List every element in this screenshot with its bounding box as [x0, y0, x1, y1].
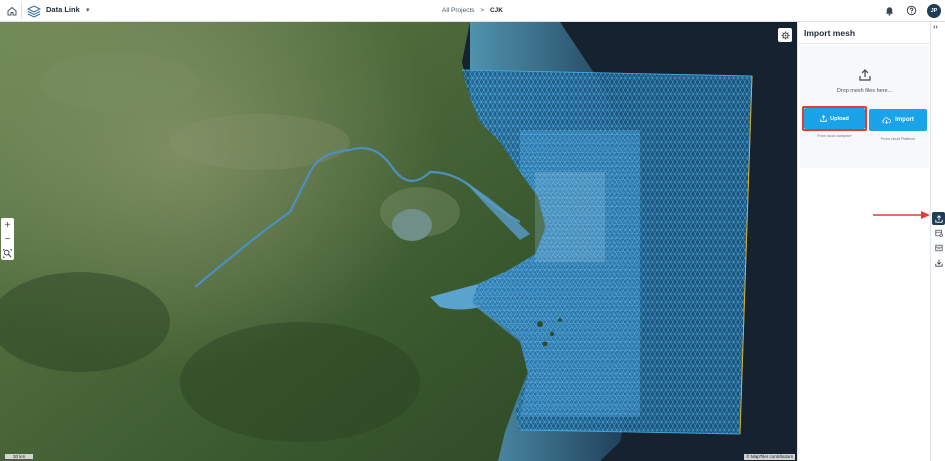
import-button[interactable]: Import: [869, 109, 927, 131]
avatar[interactable]: JP: [927, 4, 941, 18]
import-mesh-panel: Import mesh Drop mesh files here... Uplo…: [797, 22, 931, 461]
panel-divider: [798, 43, 931, 44]
rail-mesh-properties-button[interactable]: [932, 241, 945, 254]
breadcrumb: All Projects > CJK: [0, 7, 945, 14]
annotation-arrow-icon: [873, 211, 930, 219]
upload-subtitle: From local computer: [817, 134, 852, 138]
zoom-extent-button[interactable]: [1, 246, 14, 260]
cloud-download-icon: [882, 116, 892, 124]
double-chevron-right-icon[interactable]: ››: [933, 24, 938, 31]
bell-icon[interactable]: [884, 5, 895, 16]
tool-rail: ››: [930, 22, 945, 461]
panel-title: Import mesh: [804, 28, 856, 38]
import-subtitle: From cloud Platform: [880, 137, 916, 141]
mesh-drop-zone[interactable]: Drop mesh files here... Upload Import Fr…: [800, 46, 929, 168]
rail-import-mesh-button[interactable]: [932, 212, 945, 225]
gear-icon: [780, 30, 790, 40]
satellite-map[interactable]: [0, 22, 797, 461]
upload-icon: [859, 69, 871, 81]
breadcrumb-all-projects[interactable]: All Projects: [442, 7, 475, 14]
breadcrumb-separator: >: [480, 7, 485, 14]
map-canvas[interactable]: + − 30 km © MapTiler contributors: [0, 22, 797, 461]
map-scale-bar: 30 km: [4, 454, 35, 460]
breadcrumb-current-project: CJK: [489, 7, 503, 14]
upload-icon: [820, 115, 827, 122]
download-icon: [934, 259, 943, 267]
drop-zone-text: Drop mesh files here...: [836, 88, 893, 94]
upload-button-label: Upload: [830, 115, 849, 122]
zoom-in-button[interactable]: +: [1, 218, 14, 232]
zoom-controls: + −: [1, 218, 14, 260]
rail-export-mesh-button[interactable]: [932, 256, 945, 269]
map-attribution[interactable]: © MapTiler contributors: [744, 454, 795, 460]
import-button-label: Import: [895, 117, 914, 123]
map-settings-button[interactable]: [778, 28, 792, 42]
upload-button[interactable]: Upload: [804, 108, 865, 129]
mesh-settings-icon: [934, 229, 943, 237]
help-circle-icon[interactable]: [906, 5, 917, 16]
zoom-out-button[interactable]: −: [1, 232, 14, 246]
upload-icon: [934, 214, 943, 223]
zoom-extent-icon: [3, 248, 12, 258]
top-bar: Data Link ▾ All Projects > CJK JP: [0, 0, 945, 22]
mesh-properties-icon: [934, 244, 943, 251]
rail-mesh-settings-button[interactable]: [932, 226, 945, 239]
